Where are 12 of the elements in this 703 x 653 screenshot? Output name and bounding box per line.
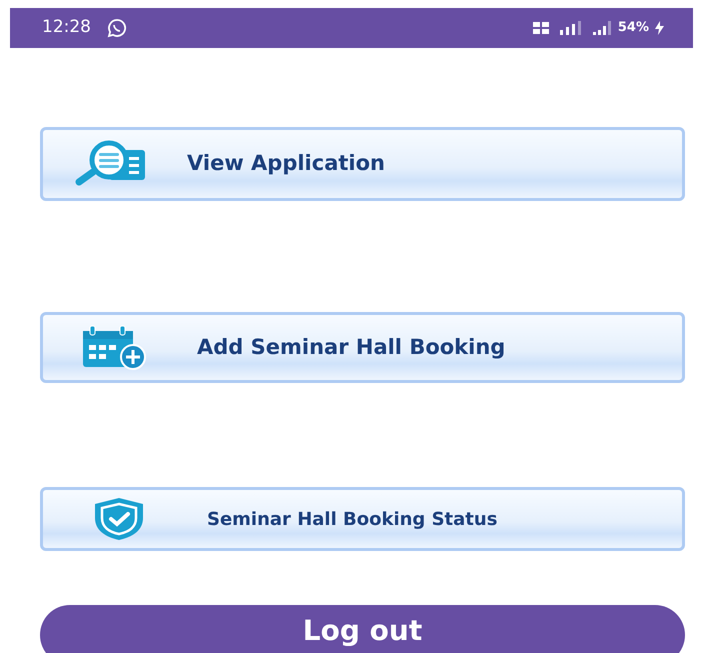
- signal-icon: [592, 21, 614, 35]
- charging-icon: [653, 21, 665, 35]
- menu-button[interactable]: Seminar Hall Booking Status: [40, 487, 685, 551]
- shield-check-icon: [95, 498, 143, 540]
- logout-button[interactable]: Log out: [40, 605, 685, 653]
- menu-button[interactable]: Add Seminar Hall Booking: [40, 312, 685, 383]
- chat-bubble-icon: [107, 18, 127, 38]
- signal-icon: [558, 21, 584, 35]
- menu-button[interactable]: View Application: [40, 127, 685, 201]
- battery-percentage: 54%: [618, 19, 649, 38]
- network-type-icon: [532, 21, 550, 35]
- clock-time: 12:28: [42, 16, 91, 40]
